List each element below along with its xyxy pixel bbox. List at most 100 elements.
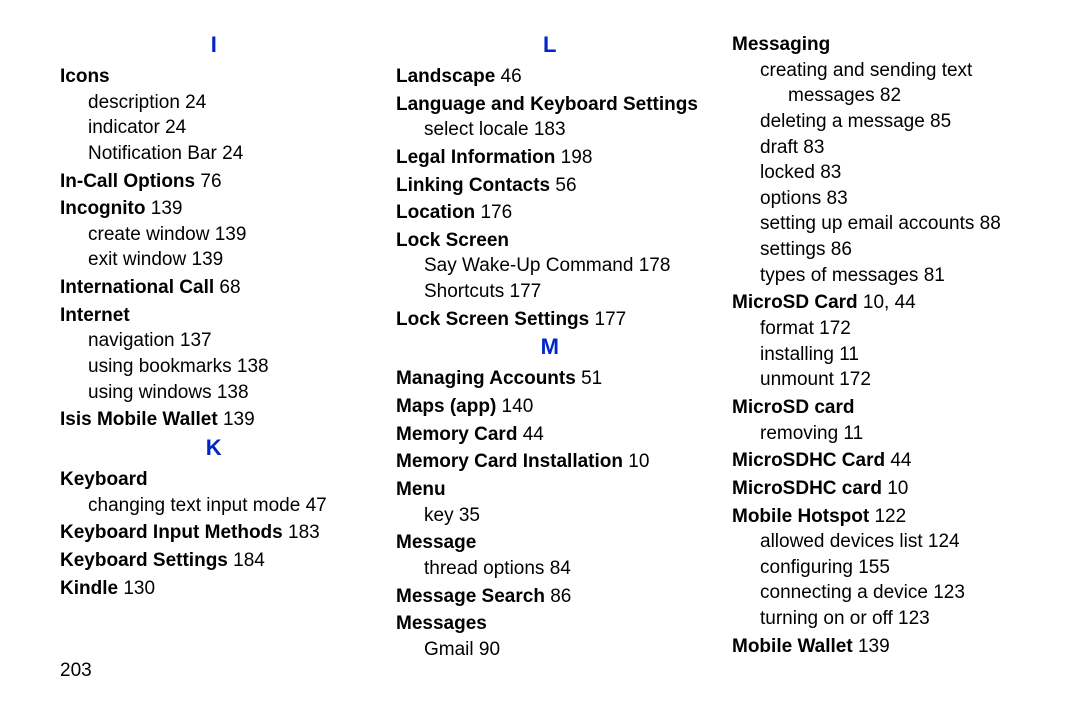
index-subentry: changing text input mode 47 [88,493,368,519]
entry-pages: 172 [834,369,871,390]
entry-pages: 177 [589,309,626,330]
entry-pages: 139 [209,224,246,245]
index-subentry: unmount 172 [760,367,1040,393]
index-topic: Mobile Wallet 139 [732,634,1040,660]
index-subentry: draft 83 [760,135,1040,161]
entry-pages: 35 [454,505,480,526]
index-subentry: deleting a message 85 [760,109,1040,135]
index-topic: Landscape 46 [396,64,704,90]
entry-text: Internet [60,305,130,326]
entry-pages: 83 [798,137,824,158]
entry-text: MicroSDHC card [732,478,882,499]
index-topic: MicroSDHC Card 44 [732,448,1040,474]
entry-pages: 11 [834,344,859,365]
index-topic: International Call 68 [60,275,368,301]
index-subentry: setting up email accounts 88 [760,211,1040,237]
section-letter: K [60,435,368,461]
entry-text: removing [760,423,838,444]
entry-pages: 10 [882,478,908,499]
entry-text: Keyboard [60,469,148,490]
entry-pages: 44 [517,424,543,445]
index-topic: Internet [60,303,368,329]
section-letter: L [396,32,704,58]
index-topic: Incognito 139 [60,196,368,222]
entry-text: Language and Keyboard Settings [396,94,698,115]
index-subentry: types of messages 81 [760,263,1040,289]
entry-pages: 51 [576,368,602,389]
index-topic: Memory Card 44 [396,422,704,448]
entry-pages: 177 [504,281,541,302]
entry-text: setting up email accounts [760,213,974,234]
entry-text: Lock Screen [396,230,509,251]
entry-text: Memory Card Installation [396,451,623,472]
entry-pages: 82 [875,85,901,106]
entry-pages: 24 [160,117,186,138]
entry-text: options [760,188,821,209]
entry-text: key [424,505,454,526]
index-subentry: using windows 138 [88,380,368,406]
entry-pages: 139 [186,249,223,270]
index-subentry: allowed devices list 124 [760,529,1040,555]
index-topic: Lock Screen [396,228,704,254]
index-subentry: Gmail 90 [424,637,704,663]
index-topic: Message Search 86 [396,584,704,610]
entry-pages: 84 [544,558,570,579]
entry-text: format [760,318,814,339]
index-topic: Messages [396,611,704,637]
entry-text: settings [760,239,825,260]
entry-pages: 11 [838,423,863,444]
index-subentry: turning on or off 123 [760,606,1040,632]
index-subentry: connecting a device 123 [760,580,1040,606]
index-topic: Keyboard Input Methods 183 [60,520,368,546]
entry-text: draft [760,137,798,158]
index-topic: Location 176 [396,200,704,226]
index-subentry: format 172 [760,316,1040,342]
entry-text: create window [88,224,209,245]
entry-pages: 68 [214,277,240,298]
index-subentry: Say Wake-Up Command 178 [424,253,704,279]
entry-pages: 123 [928,582,965,603]
index-column-2: L Landscape 46 Language and Keyboard Setti… [396,30,704,662]
entry-text: In-Call Options [60,171,195,192]
index-subentry: navigation 137 [88,328,368,354]
index-subentry: create window 139 [88,222,368,248]
entry-text: Location [396,202,475,223]
entry-pages: 138 [212,382,249,403]
index-subentry: messages 82 [788,83,1040,109]
entry-pages: 10, 44 [858,292,916,313]
entry-text: Shortcuts [424,281,504,302]
entry-text: Incognito [60,198,145,219]
entry-text: Linking Contacts [396,175,550,196]
index-topic: Mobile Hotspot 122 [732,504,1040,530]
index-topic: Menu [396,477,704,503]
index-subentry: indicator 24 [88,115,368,141]
index-topic: Kindle 130 [60,576,368,602]
entry-pages: 139 [218,409,255,430]
entry-pages: 176 [475,202,512,223]
entry-pages: 47 [300,495,326,516]
index-topic: MicroSDHC card 10 [732,476,1040,502]
index-topic: Managing Accounts 51 [396,366,704,392]
entry-text: Say Wake-Up Command [424,255,633,276]
entry-text: Keyboard Input Methods [60,522,283,543]
entry-text: connecting a device [760,582,928,603]
entry-pages: 130 [118,578,155,599]
entry-text: MicroSDHC Card [732,450,885,471]
index-topic: Language and Keyboard Settings [396,92,704,118]
entry-text: navigation [88,330,175,351]
entry-pages: 137 [175,330,212,351]
entry-pages: 90 [474,639,500,660]
entry-text: Messages [396,613,487,634]
index-topic: In-Call Options 76 [60,169,368,195]
entry-text: Message Search [396,586,545,607]
index-column-3: Messagingcreating and sending textmessag… [732,30,1040,662]
entry-text: thread options [424,558,544,579]
section-letter: I [60,32,368,58]
index-subentry: Shortcuts 177 [424,279,704,305]
index-subentry: thread options 84 [424,556,704,582]
entry-pages: 122 [869,506,906,527]
index-topic: Lock Screen Settings 177 [396,307,704,333]
entry-text: turning on or off [760,608,893,629]
index-topic: Message [396,530,704,556]
entry-pages: 184 [228,550,265,571]
